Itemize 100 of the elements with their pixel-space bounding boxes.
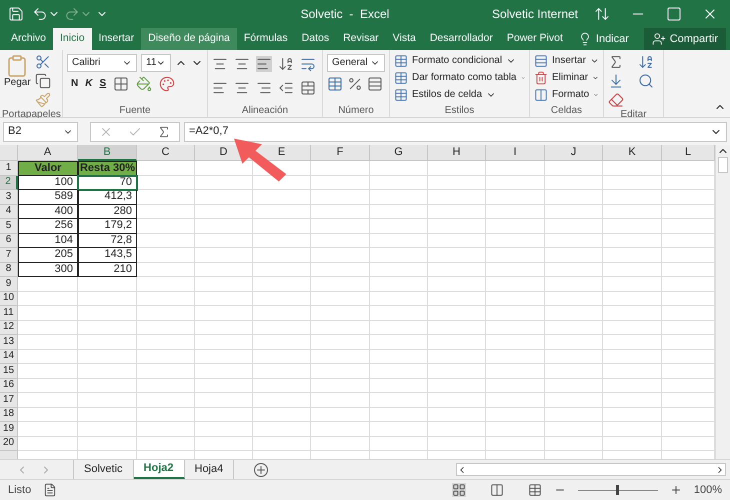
normal-view-icon[interactable] xyxy=(452,483,466,497)
row-header[interactable]: 16 xyxy=(0,378,18,393)
align-center-icon[interactable] xyxy=(234,80,250,96)
ribbon-tab[interactable]: Archivo xyxy=(4,28,54,50)
underline-button[interactable]: S xyxy=(99,79,106,89)
ribbon-tab[interactable]: Datos xyxy=(294,28,336,50)
column-header[interactable]: B xyxy=(78,145,137,161)
row-header[interactable]: 5 xyxy=(0,219,18,234)
group-label: Número xyxy=(337,104,375,117)
row-header[interactable]: 9 xyxy=(0,277,18,292)
sort-icon[interactable] xyxy=(638,54,654,70)
styles-menu-button[interactable]: Dar formato como tabla xyxy=(394,69,525,86)
row-header[interactable]: 17 xyxy=(0,393,18,408)
indent-decrease-icon[interactable] xyxy=(278,80,294,96)
row-header[interactable]: 7 xyxy=(0,248,18,262)
eraser-icon[interactable] xyxy=(608,92,624,108)
share-button[interactable]: Compartir xyxy=(644,28,726,50)
horizontal-scrollbar[interactable] xyxy=(456,463,726,476)
sheet-tab[interactable]: Hoja2 xyxy=(134,460,184,479)
zoom-slider[interactable] xyxy=(578,485,658,495)
fill-down-icon[interactable] xyxy=(608,73,624,89)
save-icon[interactable] xyxy=(8,6,24,22)
table-cell xyxy=(18,292,78,306)
ribbon-tab[interactable]: Power Pivot xyxy=(500,28,570,50)
row-header[interactable]: 10 xyxy=(0,292,18,306)
table-cell xyxy=(428,408,486,422)
bold-button[interactable]: N xyxy=(71,79,78,89)
column-header[interactable]: G xyxy=(370,145,428,161)
font-name-field[interactable]: Calibri xyxy=(67,54,137,72)
styles-menu-button[interactable]: Estilos de celda xyxy=(394,86,525,103)
row-header[interactable]: 2 xyxy=(0,176,18,190)
row-header[interactable]: 12 xyxy=(0,320,18,335)
column-header[interactable]: L xyxy=(662,145,715,161)
column-header[interactable]: J xyxy=(545,145,603,161)
align-left-icon[interactable] xyxy=(212,80,228,96)
scissors-icon[interactable] xyxy=(34,54,51,70)
row-header[interactable]: 4 xyxy=(0,204,18,219)
group-label: Alineación xyxy=(240,104,290,117)
ribbon-tab[interactable]: Inicio xyxy=(53,28,92,50)
row-header[interactable]: 19 xyxy=(0,422,18,436)
undo-icon[interactable] xyxy=(32,6,48,22)
ribbon-tab[interactable]: Revisar xyxy=(336,28,386,50)
ribbon-tab[interactable]: Diseño de página xyxy=(141,28,237,50)
wrap-text-icon[interactable] xyxy=(300,56,316,72)
scroll-thumb[interactable] xyxy=(718,157,728,173)
table-cell xyxy=(486,277,545,292)
row-header[interactable]: 6 xyxy=(0,234,18,248)
tell-me-field[interactable]: Indicar xyxy=(596,30,629,48)
copy-icon[interactable] xyxy=(34,73,51,89)
cells-menu-button[interactable]: Insertar xyxy=(534,52,599,69)
maximize-icon[interactable] xyxy=(666,6,682,22)
account-name[interactable]: Solvetic Internet xyxy=(492,5,578,23)
table-cell xyxy=(370,161,428,176)
column-header[interactable]: A xyxy=(18,145,78,161)
borders-icon[interactable] xyxy=(113,76,130,92)
zoom-slider-thumb[interactable] xyxy=(616,485,620,495)
table-cell xyxy=(78,320,137,335)
font-size-field[interactable]: 11 xyxy=(141,54,171,72)
vertical-scrollbar[interactable] xyxy=(715,145,730,459)
align-right-icon[interactable] xyxy=(256,80,272,96)
cells-menu-button[interactable]: Eliminar xyxy=(534,69,599,86)
add-sheet-icon[interactable] xyxy=(254,462,268,476)
row-header[interactable]: 18 xyxy=(0,408,18,422)
row-header[interactable]: 15 xyxy=(0,364,18,378)
ribbon-tab[interactable]: Insertar xyxy=(92,28,142,50)
row-header[interactable]: 14 xyxy=(0,350,18,364)
column-header[interactable]: F xyxy=(311,145,370,161)
row-header[interactable]: 8 xyxy=(0,262,18,277)
row-header[interactable]: 13 xyxy=(0,335,18,350)
table-cell xyxy=(486,292,545,306)
table-cell xyxy=(137,350,195,364)
percent-icon[interactable] xyxy=(347,76,363,92)
table-cell xyxy=(137,436,195,451)
formula-field[interactable]: =A2*0,7 xyxy=(184,122,727,142)
ribbon-tab[interactable]: Fórmulas xyxy=(236,28,295,50)
ribbon-tab[interactable]: Vista xyxy=(386,28,423,50)
table-cell xyxy=(603,204,662,219)
search-icon[interactable] xyxy=(638,73,654,89)
paste-button[interactable]: Pegar xyxy=(4,54,31,108)
row-header[interactable]: 1 xyxy=(0,161,18,176)
zoom-in-icon[interactable] xyxy=(670,484,682,496)
column-header[interactable]: K xyxy=(603,145,662,161)
zoom-level[interactable]: 100% xyxy=(694,482,722,498)
column-header[interactable]: I xyxy=(486,145,545,161)
styles-menu-button[interactable]: Formato condicional xyxy=(394,52,525,69)
table-cell xyxy=(486,378,545,393)
number-format-field[interactable]: General xyxy=(327,54,385,72)
cells-menu-button[interactable]: Formato xyxy=(534,86,599,103)
ribbon-tab[interactable]: Desarrollador xyxy=(422,28,500,50)
fill-color-icon[interactable] xyxy=(136,76,152,92)
table-cell: 300 xyxy=(18,262,78,277)
name-box[interactable]: B2 xyxy=(3,122,78,142)
row-header[interactable]: 3 xyxy=(0,190,18,204)
table-cell xyxy=(545,292,603,306)
table-cell xyxy=(137,262,195,277)
row-header[interactable]: 20 xyxy=(0,436,18,451)
column-header[interactable]: H xyxy=(428,145,486,161)
row-header[interactable]: 11 xyxy=(0,306,18,320)
italic-button[interactable]: K xyxy=(85,79,92,89)
column-header[interactable]: C xyxy=(137,145,195,161)
